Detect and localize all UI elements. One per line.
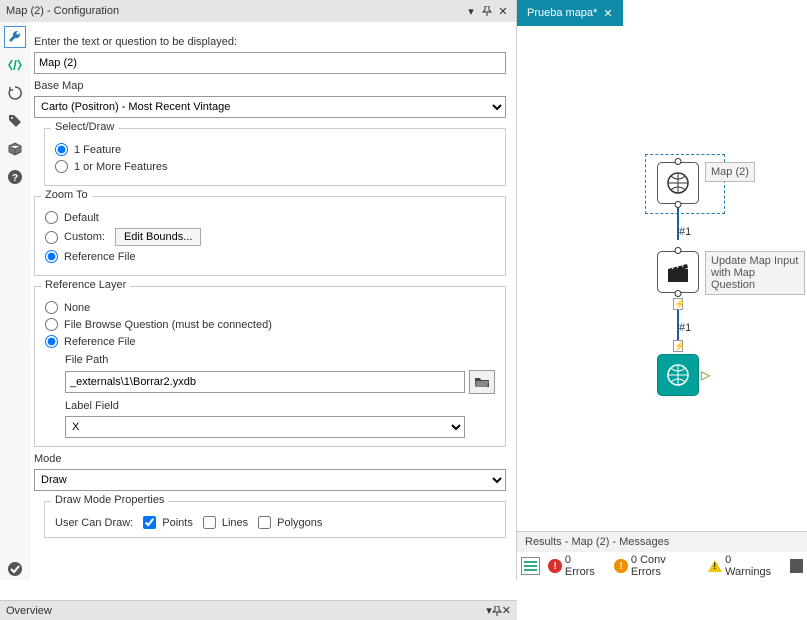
node-map-label: Map (2) xyxy=(705,162,755,182)
panel-pin-icon[interactable] xyxy=(480,4,494,18)
canvas-tab[interactable]: Prueba mapa* ✕ xyxy=(517,0,623,26)
errors-count: 0 Errors xyxy=(565,554,603,578)
canvas-node-action[interactable]: Update Map Input with Map Question xyxy=(657,251,805,295)
reflayer-title: Reference Layer xyxy=(41,279,130,291)
edge-label-1: #1 xyxy=(679,226,691,238)
error-icon: ! xyxy=(548,559,561,573)
overview-title: Overview xyxy=(6,605,486,617)
chk-lines-label: Lines xyxy=(222,517,248,529)
results-title: Results - Map (2) - Messages xyxy=(525,536,669,548)
browse-file-button[interactable] xyxy=(469,370,495,394)
results-header[interactable]: Results - Map (2) - Messages xyxy=(517,532,807,552)
action-clapper-icon xyxy=(665,259,691,285)
selectdraw-title: Select/Draw xyxy=(51,121,118,133)
basemap-select[interactable]: Carto (Positron) - Most Recent Vintage xyxy=(34,96,506,118)
selectdraw-group: Select/Draw 1 Feature 1 or More Features xyxy=(44,128,506,186)
radio-zoom-reffile[interactable] xyxy=(45,250,58,263)
radio-zoom-custom-label: Custom: xyxy=(64,231,105,243)
errors-badge[interactable]: ! 0 Errors xyxy=(544,554,606,578)
radio-ref-file[interactable] xyxy=(45,335,58,348)
overview-panel-header[interactable]: Overview ▾ ✕ xyxy=(0,600,517,620)
radio-zoom-custom[interactable] xyxy=(45,231,58,244)
box-icon[interactable] xyxy=(4,138,26,160)
workflow-canvas[interactable]: Map (2) #1 Update Map Input with Map Que… xyxy=(517,26,807,531)
conv-error-icon: ! xyxy=(614,559,627,573)
svg-text:?: ? xyxy=(12,173,18,184)
globe-icon xyxy=(665,362,691,388)
radio-ref-browse[interactable] xyxy=(45,318,58,331)
radio-1-feature[interactable] xyxy=(55,143,68,156)
drawprops-title: Draw Mode Properties xyxy=(51,494,168,506)
canvas-node-output[interactable] xyxy=(657,354,699,396)
results-list-icon[interactable] xyxy=(521,557,540,575)
labelfield-select[interactable]: X xyxy=(65,416,465,438)
radio-zoom-default[interactable] xyxy=(45,211,58,224)
radio-ref-browse-label: File Browse Question (must be connected) xyxy=(64,319,272,331)
canvas-tab-bar: Prueba mapa* ✕ xyxy=(517,0,807,26)
drawprops-group: Draw Mode Properties User Can Draw: Poin… xyxy=(44,501,506,538)
lightning-icon: ⚡ xyxy=(673,298,683,310)
check-icon[interactable] xyxy=(4,558,26,580)
chk-points-label: Points xyxy=(162,517,193,529)
usercandraw-label: User Can Draw: xyxy=(55,517,133,529)
labelfield-label: Label Field xyxy=(65,400,495,412)
config-form: Enter the text or question to be display… xyxy=(30,22,516,580)
chk-lines[interactable] xyxy=(203,516,216,529)
reflayer-group: Reference Layer None File Browse Questio… xyxy=(34,286,506,447)
config-panel-header: Map (2) - Configuration ▾ ✕ xyxy=(0,0,516,22)
mode-label: Mode xyxy=(34,453,506,465)
tab-close-icon[interactable]: ✕ xyxy=(603,7,612,20)
conv-errors-badge[interactable]: ! 0 Conv Errors xyxy=(610,554,700,578)
radio-more-features[interactable] xyxy=(55,160,68,173)
radio-ref-none[interactable] xyxy=(45,301,58,314)
results-panel: Results - Map (2) - Messages ! 0 Errors … xyxy=(517,531,807,580)
chk-polygons-label: Polygons xyxy=(277,517,322,529)
tag-icon[interactable] xyxy=(4,110,26,132)
panel-pin-icon[interactable] xyxy=(492,606,502,616)
canvas-tab-title: Prueba mapa* xyxy=(527,7,597,19)
xml-icon[interactable] xyxy=(4,54,26,76)
radio-zoom-default-label: Default xyxy=(64,212,99,224)
chk-polygons[interactable] xyxy=(258,516,271,529)
basemap-label: Base Map xyxy=(34,80,506,92)
warnings-count: 0 Warnings xyxy=(725,554,777,578)
zoom-group: Zoom To Default Custom: Edit Bounds... R… xyxy=(34,196,506,276)
warning-icon xyxy=(708,560,722,572)
output-anchor-icon: ▷ xyxy=(701,368,710,382)
lightning-icon: ⚡ xyxy=(673,340,683,352)
folder-open-icon xyxy=(474,375,490,389)
wrench-icon[interactable] xyxy=(4,26,26,48)
edit-bounds-button[interactable]: Edit Bounds... xyxy=(115,228,202,246)
results-toggle-icon[interactable] xyxy=(790,559,803,573)
filepath-label: File Path xyxy=(65,354,495,366)
mode-select[interactable]: Draw xyxy=(34,469,506,491)
prompt-input[interactable] xyxy=(34,52,506,74)
zoom-title: Zoom To xyxy=(41,189,92,201)
radio-more-features-label: 1 or More Features xyxy=(74,161,168,173)
refresh-icon[interactable] xyxy=(4,82,26,104)
config-panel-title: Map (2) - Configuration xyxy=(6,5,462,17)
filepath-input[interactable] xyxy=(65,371,465,393)
warnings-badge[interactable]: 0 Warnings xyxy=(704,554,781,578)
radio-ref-file-label: Reference File xyxy=(64,336,136,348)
radio-zoom-reffile-label: Reference File xyxy=(64,251,136,263)
help-icon[interactable]: ? xyxy=(4,166,26,188)
prompt-label: Enter the text or question to be display… xyxy=(34,36,506,48)
canvas-node-map[interactable]: Map (2) xyxy=(657,162,755,204)
chk-points[interactable] xyxy=(143,516,156,529)
conv-errors-count: 0 Conv Errors xyxy=(631,554,696,578)
edge-label-2: #1 xyxy=(679,322,691,334)
radio-1-feature-label: 1 Feature xyxy=(74,144,121,156)
panel-dropdown-icon[interactable]: ▾ xyxy=(464,4,478,18)
globe-icon xyxy=(665,170,691,196)
radio-ref-none-label: None xyxy=(64,302,90,314)
node-action-label: Update Map Input with Map Question xyxy=(705,251,805,295)
panel-close-icon[interactable]: ✕ xyxy=(496,4,510,18)
config-tool-strip: ? xyxy=(0,22,30,580)
panel-close-icon[interactable]: ✕ xyxy=(502,604,511,617)
